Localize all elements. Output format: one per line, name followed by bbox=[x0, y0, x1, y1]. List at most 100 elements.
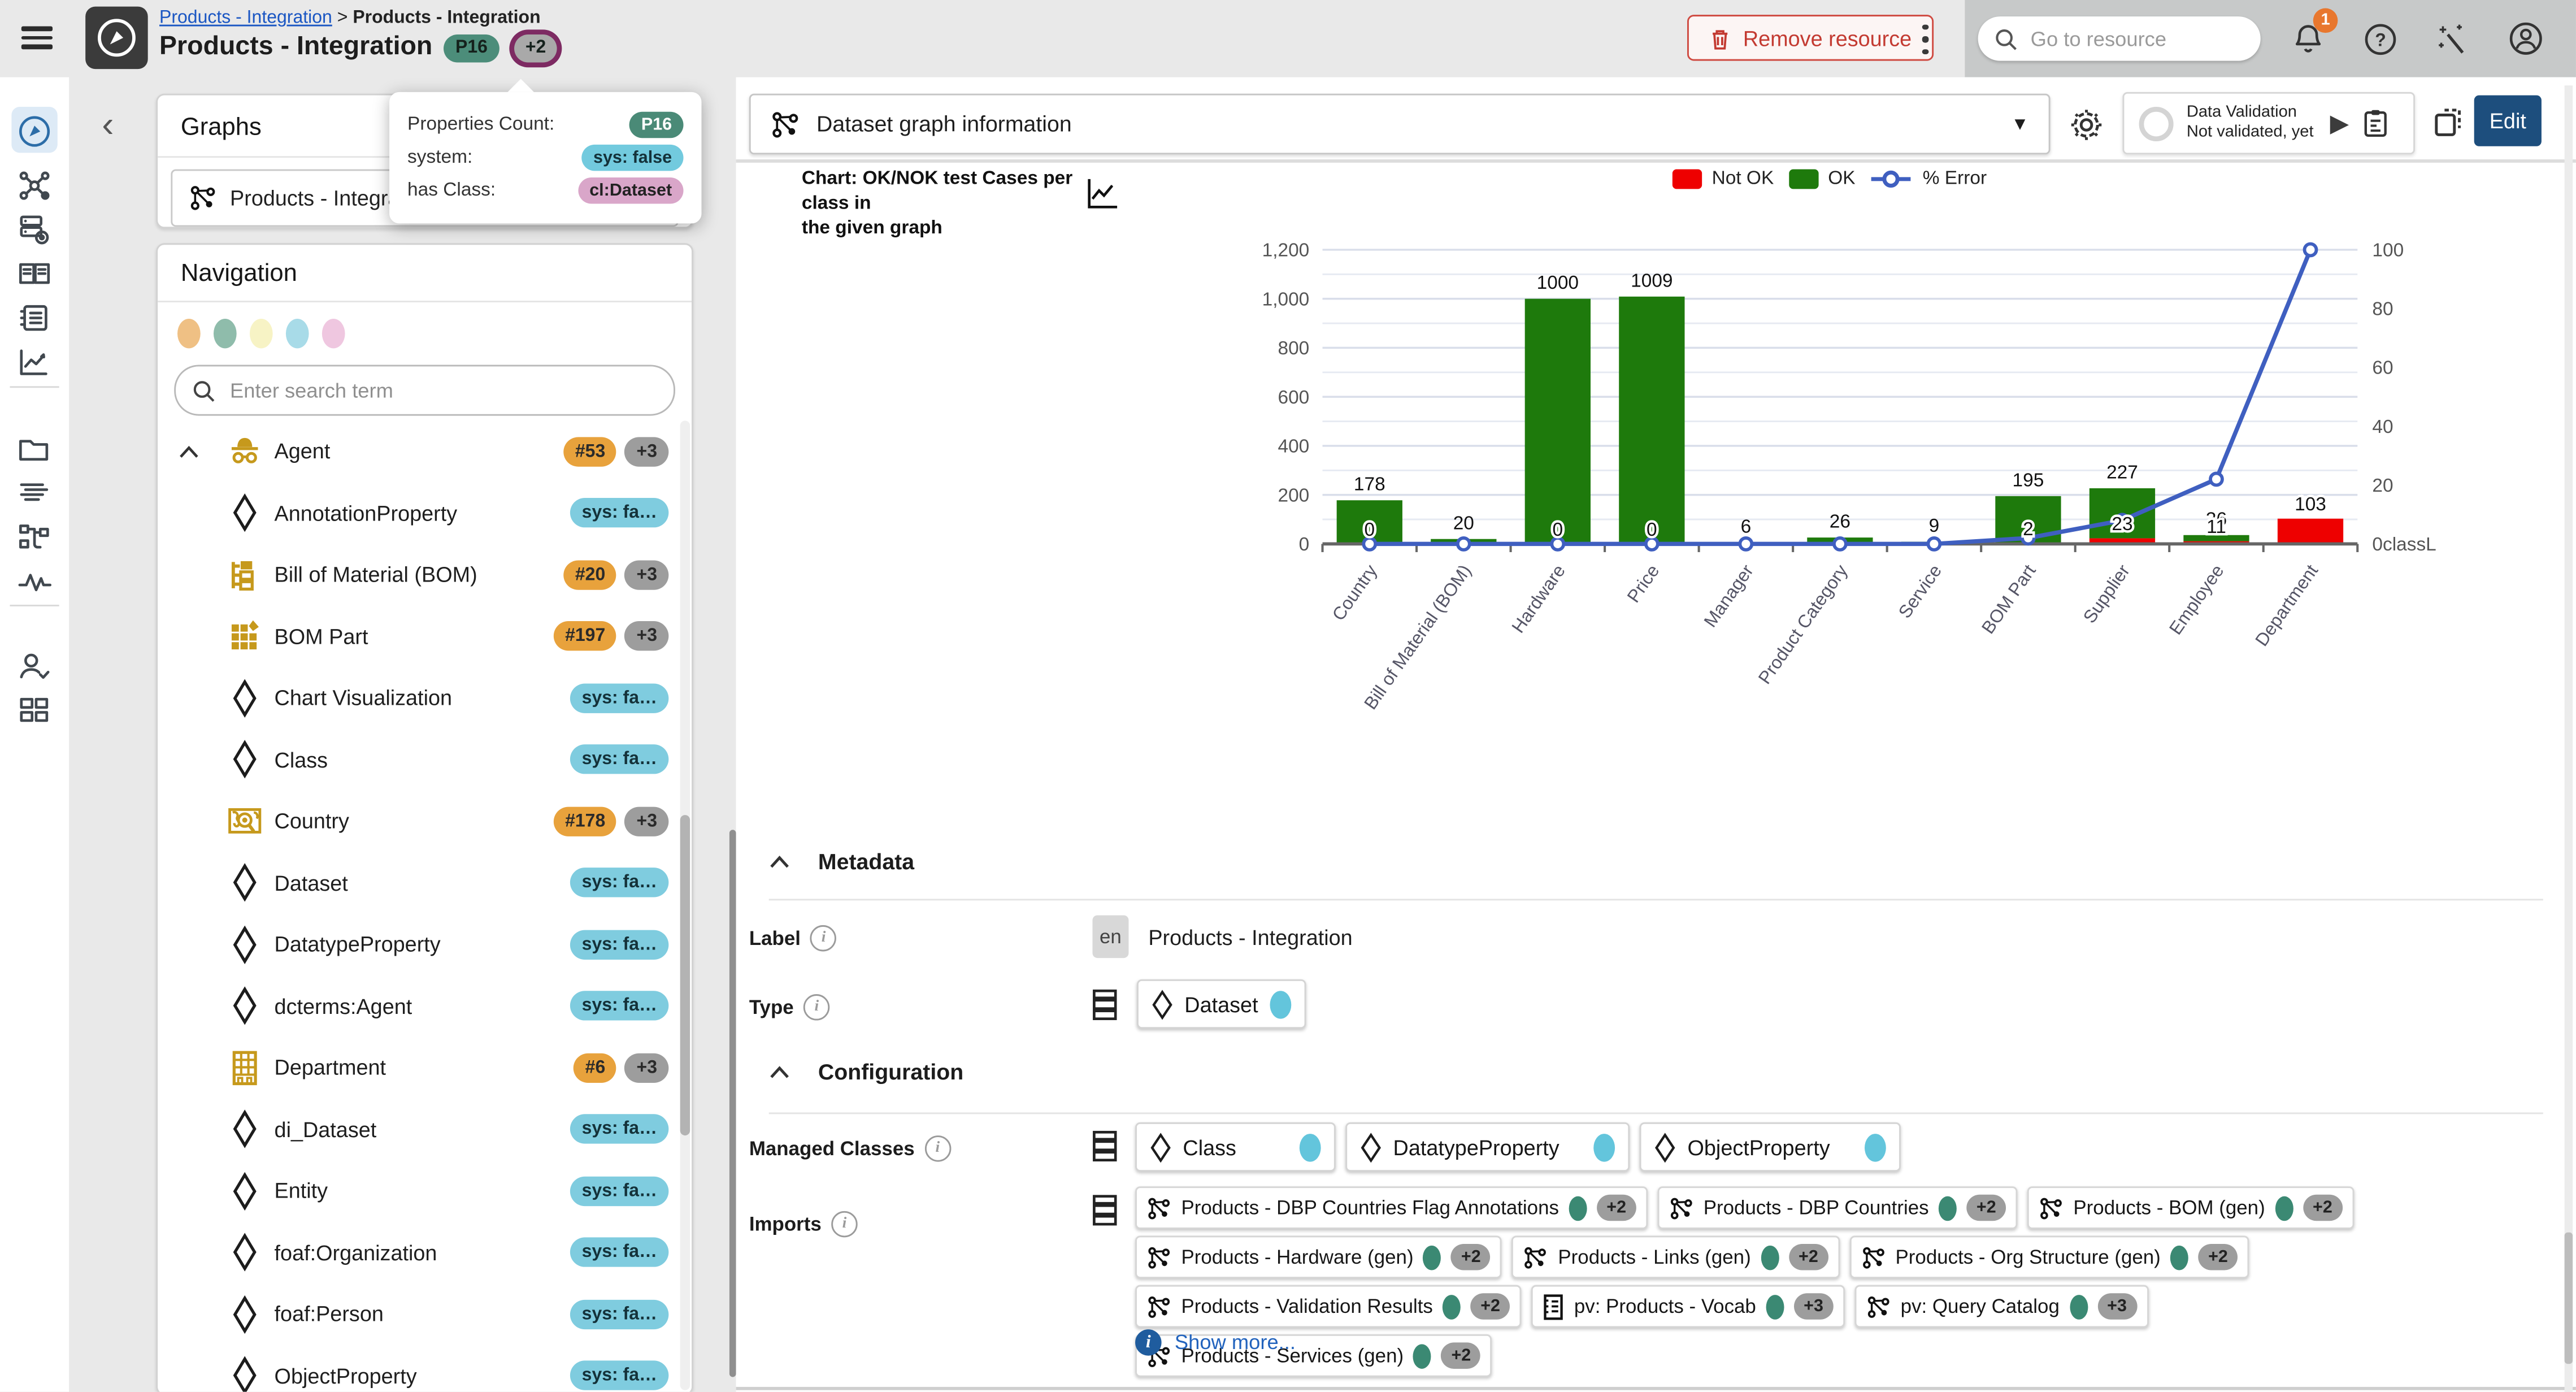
menu-icon[interactable] bbox=[21, 27, 53, 50]
rail-dashboard-icon[interactable] bbox=[16, 692, 53, 728]
tree-item-foaf-person[interactable]: foaf:Personsys: fa… bbox=[158, 1283, 679, 1345]
account-button[interactable] bbox=[2500, 14, 2549, 63]
chart-type-button[interactable] bbox=[1084, 176, 1124, 215]
go-to-resource-input[interactable] bbox=[2027, 25, 2218, 52]
rail-data-catalog-icon[interactable] bbox=[16, 210, 53, 246]
type-chip[interactable]: Dataset bbox=[1137, 979, 1306, 1029]
chevron-up-icon[interactable] bbox=[179, 445, 199, 458]
import-chip-pv-products-vocab[interactable]: pv: Products - Vocab+3 bbox=[1531, 1285, 1845, 1328]
dataset-graph-select[interactable]: Dataset graph information ▼ bbox=[749, 94, 2051, 155]
tree-item-agent[interactable]: Agent#53+3 bbox=[158, 420, 679, 482]
run-validation-button[interactable]: ▶ bbox=[2330, 109, 2349, 138]
configuration-section-header[interactable]: Configuration bbox=[769, 1060, 963, 1085]
managed-class-chip-class[interactable]: Class bbox=[1135, 1122, 1336, 1172]
tree-scrollbar[interactable] bbox=[680, 420, 690, 1390]
collapse-sidebar-button[interactable]: ‹ bbox=[92, 102, 124, 148]
import-chip-products-dbp-countries-flag-annotations[interactable]: Products - DBP Countries Flag Annotation… bbox=[1135, 1186, 1648, 1229]
rail-ontology-graph-icon[interactable] bbox=[16, 166, 53, 202]
tree-item-bom-part[interactable]: BOM Part#197+3 bbox=[158, 605, 679, 667]
more-badges-badge[interactable]: +2 bbox=[514, 34, 558, 62]
metadata-section-header[interactable]: Metadata bbox=[769, 849, 914, 874]
graph-icon bbox=[1146, 1244, 1171, 1269]
import-chip-products-links-gen-[interactable]: Products - Links (gen)+2 bbox=[1512, 1235, 1840, 1278]
legend-dot[interactable] bbox=[214, 319, 237, 348]
rail-pipeline-icon[interactable] bbox=[16, 518, 53, 554]
breadcrumb-link[interactable]: Products - Integration bbox=[159, 8, 332, 28]
tree-badge: +3 bbox=[625, 1053, 668, 1082]
tree-item-annotationproperty[interactable]: AnnotationPropertysys: fa… bbox=[158, 482, 679, 544]
import-chip-products-bom-gen-[interactable]: Products - BOM (gen)+2 bbox=[2027, 1186, 2354, 1229]
tree-item-dataset[interactable]: Datasetsys: fa… bbox=[158, 852, 679, 914]
svg-text:20: 20 bbox=[1453, 513, 1474, 534]
legend-dot[interactable] bbox=[177, 319, 201, 348]
info-icon[interactable]: i bbox=[831, 1211, 858, 1238]
legend-dot[interactable] bbox=[322, 319, 345, 348]
tree-badge: sys: fa… bbox=[570, 868, 668, 897]
tree-item-dcterms-agent[interactable]: dcterms:Agentsys: fa… bbox=[158, 975, 679, 1037]
main-scrollbar-thumb[interactable] bbox=[2565, 1233, 2573, 1364]
top-bar-right: 1 ? bbox=[1965, 0, 2576, 77]
tree-item-class[interactable]: Classsys: fa… bbox=[158, 728, 679, 790]
info-icon[interactable]: i bbox=[803, 994, 830, 1021]
tree-search-input[interactable] bbox=[227, 377, 627, 404]
tree-scrollbar-thumb[interactable] bbox=[680, 815, 690, 1135]
app-logo[interactable] bbox=[85, 7, 147, 69]
svg-text:0classL: 0classL bbox=[2372, 534, 2436, 555]
help-button[interactable]: ? bbox=[2356, 14, 2405, 63]
country-map-icon bbox=[227, 803, 263, 839]
legend-item-ok[interactable]: OK bbox=[1788, 169, 1855, 189]
import-chip-products-validation-results[interactable]: Products - Validation Results+2 bbox=[1135, 1285, 1522, 1328]
copy-resource-button[interactable] bbox=[2431, 103, 2471, 143]
notifications-button[interactable]: 1 bbox=[2283, 14, 2332, 63]
legend-dot[interactable] bbox=[250, 319, 273, 348]
tree-item-foaf-organization[interactable]: foaf:Organizationsys: fa… bbox=[158, 1222, 679, 1283]
import-chip-products-dbp-countries[interactable]: Products - DBP Countries+2 bbox=[1657, 1186, 2017, 1229]
graph-icon bbox=[1669, 1195, 1694, 1220]
diamond-icon bbox=[1152, 988, 1173, 1020]
rail-book-icon[interactable] bbox=[16, 255, 53, 291]
properties-count-badge[interactable]: P16 bbox=[444, 34, 499, 62]
metadata-scrollbar[interactable] bbox=[729, 830, 735, 1377]
edit-button[interactable]: Edit bbox=[2474, 96, 2542, 146]
tree-search[interactable] bbox=[174, 365, 675, 415]
tree-badge: sys: fa… bbox=[570, 1361, 668, 1390]
rail-user-check-icon[interactable] bbox=[16, 648, 53, 684]
dataset-graph-select-value: Dataset graph information bbox=[816, 112, 1072, 137]
import-chip-products-org-structure-gen-[interactable]: Products - Org Structure (gen)+2 bbox=[1849, 1235, 2249, 1278]
tree-badge: sys: fa… bbox=[570, 498, 668, 528]
rail-compass-icon[interactable] bbox=[11, 107, 57, 153]
managed-class-chip-datatypeproperty[interactable]: DatatypeProperty bbox=[1345, 1122, 1630, 1172]
rail-folder-icon[interactable] bbox=[16, 431, 53, 467]
tree-item-entity[interactable]: Entitysys: fa… bbox=[158, 1160, 679, 1222]
tree-item-icon bbox=[227, 1109, 263, 1149]
validation-report-icon[interactable] bbox=[2362, 109, 2388, 138]
go-to-resource-search[interactable] bbox=[1978, 16, 2261, 61]
remove-resource-button[interactable]: Remove resource bbox=[1687, 15, 1933, 60]
import-chip-pv-query-catalog[interactable]: pv: Query Catalog+3 bbox=[1854, 1285, 2148, 1328]
kebab-menu-icon[interactable] bbox=[1912, 18, 1939, 58]
legend-item-not-ok[interactable]: Not OK bbox=[1673, 169, 1774, 189]
import-chip-products-hardware-gen-[interactable]: Products - Hardware (gen)+2 bbox=[1135, 1235, 1502, 1278]
rail-text-lines-icon[interactable] bbox=[16, 473, 53, 509]
rail-pulse-icon[interactable] bbox=[16, 562, 53, 598]
tree-item-di-dataset[interactable]: di_Datasetsys: fa… bbox=[158, 1099, 679, 1160]
info-icon[interactable]: i bbox=[810, 925, 837, 952]
managed-class-chip-objectproperty[interactable]: ObjectProperty bbox=[1640, 1122, 1900, 1172]
tree-item-country[interactable]: Country#178+3 bbox=[158, 791, 679, 852]
tree-item-bill-of-material-bom-[interactable]: Bill of Material (BOM)#20+3 bbox=[158, 544, 679, 605]
legend-item--error[interactable]: % Error bbox=[1870, 169, 1987, 189]
tree-item-department[interactable]: Department#6+3 bbox=[158, 1037, 679, 1099]
wand-button[interactable] bbox=[2428, 14, 2477, 63]
tree-item-chart-visualization[interactable]: Chart Visualizationsys: fa… bbox=[158, 667, 679, 728]
show-more-link[interactable]: i Show more... bbox=[1135, 1329, 1296, 1356]
main-scrollbar[interactable] bbox=[2565, 85, 2573, 1391]
settings-gear-button[interactable] bbox=[2067, 105, 2106, 145]
svg-text:Hardware: Hardware bbox=[1508, 561, 1569, 636]
info-icon[interactable]: i bbox=[924, 1135, 951, 1162]
tree-item-objectproperty[interactable]: ObjectPropertysys: fa… bbox=[158, 1345, 679, 1392]
legend-dot[interactable] bbox=[286, 319, 309, 348]
diamond-icon bbox=[1360, 1131, 1382, 1163]
rail-notebook-icon[interactable] bbox=[16, 299, 53, 335]
tree-item-datatypeproperty[interactable]: DatatypePropertysys: fa… bbox=[158, 914, 679, 975]
rail-chart-icon[interactable] bbox=[16, 344, 53, 380]
